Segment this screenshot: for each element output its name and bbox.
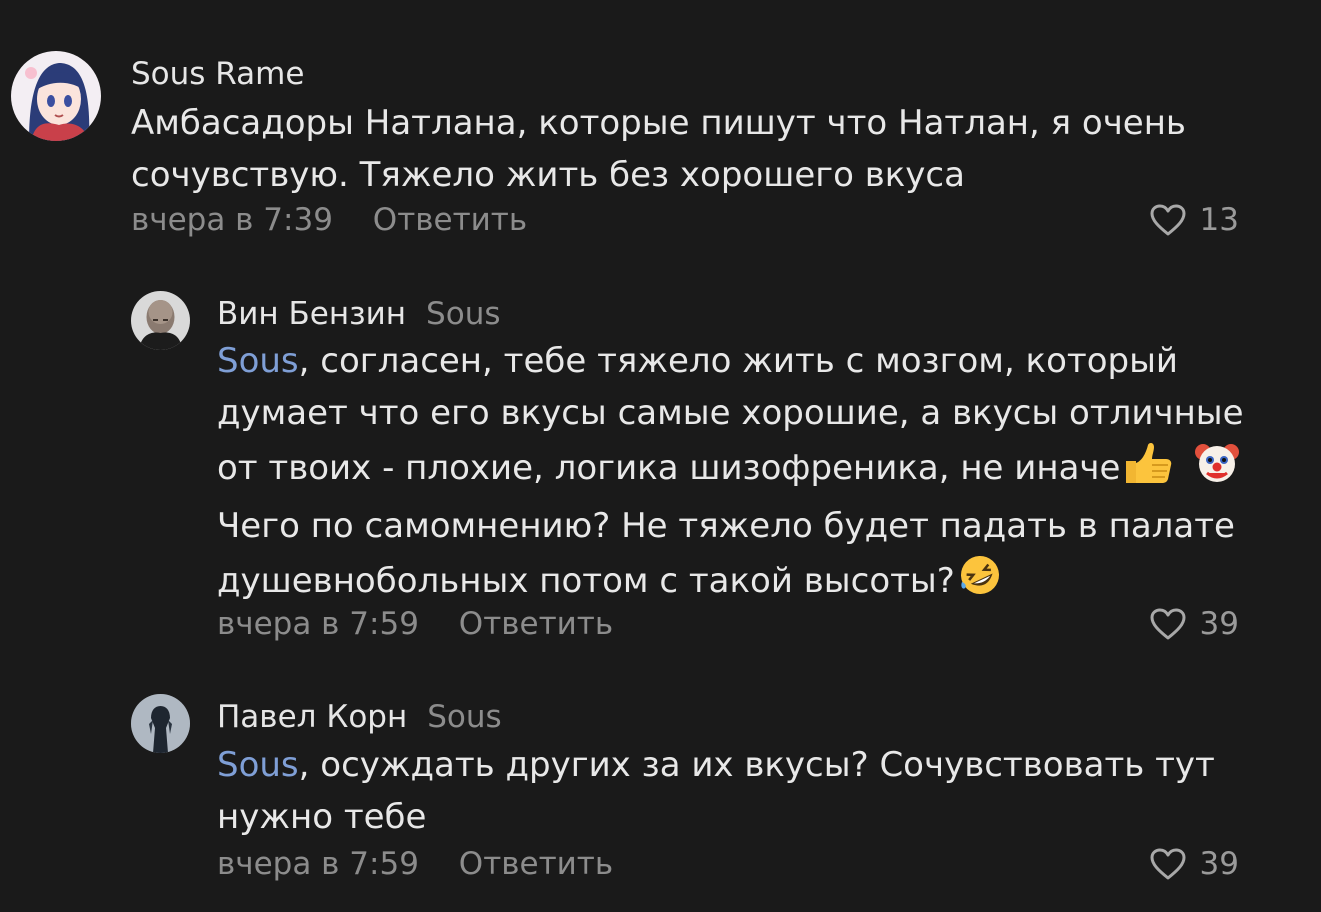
comment-text: Амбасадоры Натлана, которые пишут что На…: [131, 98, 1186, 201]
heart-outline-icon: [1150, 608, 1186, 640]
mention-link[interactable]: Sous: [217, 745, 299, 785]
bald-man-avatar-icon: [131, 291, 190, 350]
comment-line: Чего по самомнению? Не тяжело будет пада…: [217, 505, 1235, 546]
author-name[interactable]: Вин Бензин: [217, 296, 406, 332]
avatar[interactable]: [11, 51, 101, 141]
comment-time: вчера в 7:59: [217, 606, 419, 642]
author-name[interactable]: Sous Rame: [131, 56, 304, 92]
reply-button[interactable]: Ответить: [459, 846, 613, 882]
rolling-laughing-emoji-icon: [957, 552, 1003, 614]
comment-line-text: , осуждать других за их вкусы? Сочувство…: [298, 745, 1215, 785]
comment-line: думает что его вкусы самые хорошие, а вк…: [217, 392, 1244, 433]
heart-outline-icon: [1150, 204, 1186, 236]
like-count: 13: [1199, 202, 1239, 238]
comment-meta: вчера в 7:59 Ответить: [217, 846, 613, 882]
comment-text: Sous, согласен, тебе тяжело жить с мозго…: [217, 336, 1244, 614]
comment-time: вчера в 7:39: [131, 202, 333, 238]
comments-thread: Sous Rame Амбасадоры Натлана, которые пи…: [0, 0, 1321, 912]
comment-author: Вин Бензин Sous: [217, 296, 501, 332]
anime-girl-avatar-icon: [11, 51, 101, 141]
comment-line: сочувствую. Тяжело жить без хорошего вку…: [131, 154, 965, 195]
like-button[interactable]: 39: [1150, 606, 1239, 642]
comment-text: Sous, осуждать других за их вкусы? Сочув…: [217, 740, 1215, 843]
comment-line: Sous, осуждать других за их вкусы? Сочув…: [217, 740, 1215, 792]
comment-line: нужно тебе: [217, 796, 427, 837]
reply-to-name[interactable]: Sous: [426, 296, 500, 332]
comment-time: вчера в 7:59: [217, 846, 419, 882]
author-name[interactable]: Павел Корн: [217, 699, 407, 735]
comment-line: Sous, согласен, тебе тяжело жить с мозго…: [217, 336, 1244, 388]
avatar[interactable]: [131, 694, 190, 753]
comment-line-text: , согласен, тебе тяжело жить с мозгом, к…: [298, 341, 1179, 381]
like-count: 39: [1199, 846, 1239, 882]
reply-button[interactable]: Ответить: [459, 606, 613, 642]
comment-line: душевнобольных потом с такой высоты?: [217, 552, 1244, 614]
like-count: 39: [1199, 606, 1239, 642]
avatar[interactable]: [131, 291, 190, 350]
dark-figure-avatar-icon: [131, 694, 190, 753]
comment-author[interactable]: Sous Rame: [131, 56, 304, 92]
comment-line-text: душевнобольных потом с такой высоты?: [217, 561, 955, 601]
comment-line-text: от твоих - плохие, логика шизофреника, н…: [217, 448, 1121, 488]
thumbs-up-emoji-icon: [1122, 441, 1174, 501]
reply-to-name[interactable]: Sous: [427, 699, 501, 735]
comment-meta: вчера в 7:59 Ответить: [217, 606, 613, 642]
comment-line: от твоих - плохие, логика шизофреника, н…: [217, 439, 1244, 501]
heart-outline-icon: [1150, 848, 1186, 880]
reply-button[interactable]: Ответить: [373, 202, 527, 238]
clown-face-emoji-icon: [1194, 439, 1240, 501]
mention-link[interactable]: Sous: [217, 341, 299, 381]
comment-author: Павел Корн Sous: [217, 699, 502, 735]
like-button[interactable]: 39: [1150, 846, 1239, 882]
comment-line: Амбасадоры Натлана, которые пишут что На…: [131, 103, 1186, 143]
like-button[interactable]: 13: [1150, 202, 1239, 238]
comment-meta: вчера в 7:39 Ответить: [131, 202, 527, 238]
